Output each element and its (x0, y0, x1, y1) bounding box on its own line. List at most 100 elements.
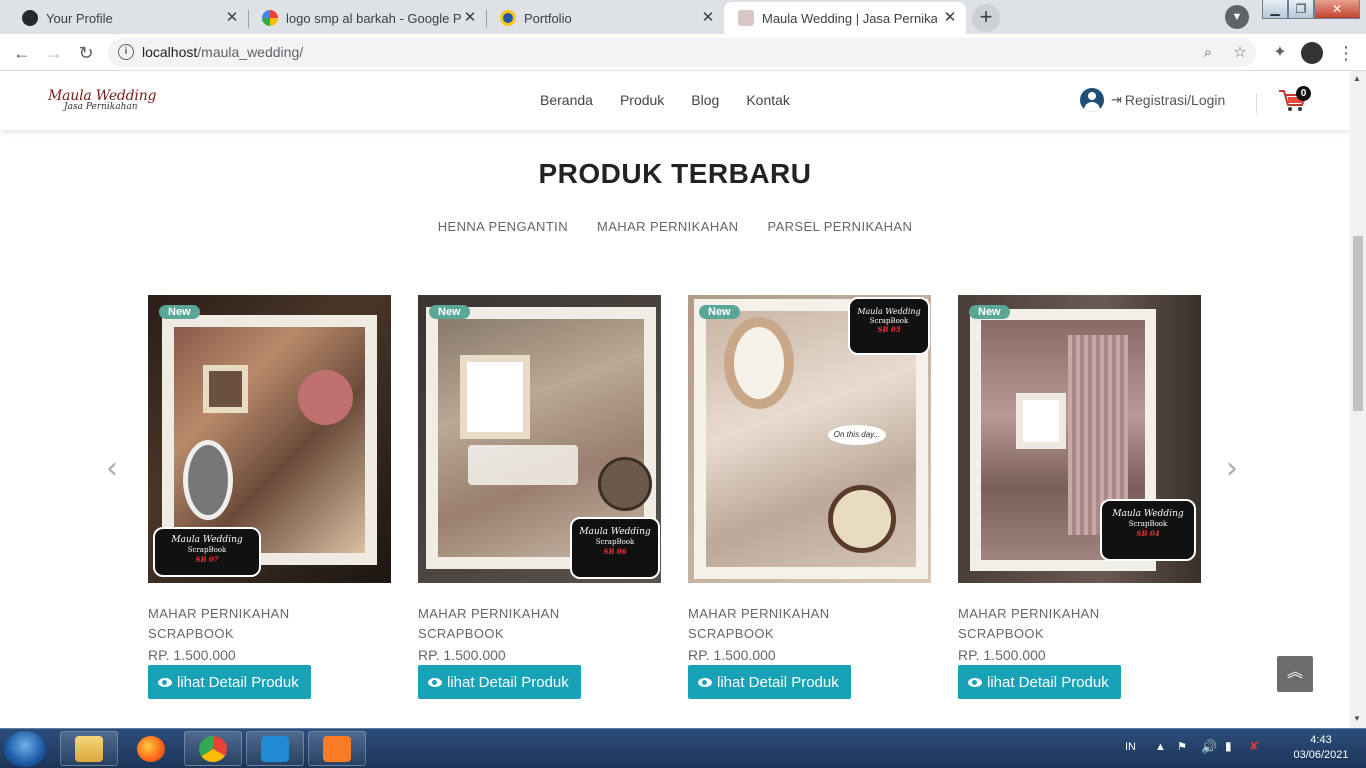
product-card[interactable]: Maula Wedding ScrapBook SB 04 New MAHAR PE… (958, 295, 1201, 699)
back-to-top-button[interactable]: ︽ (1277, 656, 1313, 692)
product-image[interactable]: Maula Wedding ScrapBook SB 06 New (418, 295, 661, 583)
chrome-icon (199, 736, 227, 762)
url-path: /maula_wedding/ (197, 44, 304, 60)
product-card[interactable]: Maula Wedding ScrapBook SB 07 New MAHAR PE… (148, 295, 391, 699)
browser-menu-icon[interactable]: ⋮ (1332, 39, 1360, 67)
address-bar[interactable]: i localhost/maula_wedding/ ⌕ ☆ (108, 38, 1256, 67)
carousel-prev-icon[interactable]: ‹ (106, 451, 118, 486)
product-category: MAHAR PERNIKAHAN (688, 606, 830, 621)
tab-portfolio[interactable]: Portfolio ✕ (486, 2, 724, 34)
nav-beranda[interactable]: Beranda (540, 92, 593, 108)
product-image[interactable]: Maula Wedding ScrapBook SB 07 New (148, 295, 391, 583)
carousel-next-icon[interactable]: › (1226, 451, 1238, 486)
product-price: RP. 1.500.000 (418, 647, 506, 663)
product-image[interactable]: Maula Wedding ScrapBook SB 04 New (958, 295, 1201, 583)
filter-henna-pengantin[interactable]: HENNA PENGANTIN (438, 219, 568, 234)
main-nav: Beranda Produk Blog Kontak (540, 92, 817, 108)
eye-icon (968, 677, 982, 687)
site-logo[interactable]: Maula Wedding Jasa Pernikahan (48, 88, 156, 112)
close-tab-icon[interactable]: ✕ (942, 10, 958, 26)
clock[interactable]: 4:43 03/06/2021 (1286, 733, 1356, 763)
product-price: RP. 1.500.000 (148, 647, 236, 663)
filter-parsel-pernikahan[interactable]: PARSEL PERNIKAHAN (767, 219, 912, 234)
view-detail-button[interactable]: lihat Detail Produk (148, 665, 311, 699)
product-tag-label: Maula Wedding ScrapBook SB 04 (1100, 499, 1196, 561)
close-tab-icon[interactable]: ✕ (224, 10, 240, 26)
user-avatar-icon (1080, 88, 1104, 112)
taskbar-chrome[interactable] (184, 731, 242, 766)
new-badge: New (429, 305, 470, 319)
tab-your-profile[interactable]: Your Profile ✕ (8, 2, 249, 34)
nav-produk[interactable]: Produk (620, 92, 664, 108)
zoom-icon[interactable]: ⌕ (1198, 43, 1218, 63)
filter-mahar-pernikahan[interactable]: MAHAR PERNIKAHAN (597, 219, 738, 234)
eye-icon (158, 677, 172, 687)
forward-icon[interactable]: → (40, 39, 68, 67)
section-title: PRODUK TERBARU (538, 158, 812, 189)
product-card[interactable]: Maula Wedding ScrapBook SB 06 New MAHAR PE… (418, 295, 661, 699)
product-card[interactable]: On this day... Maula Wedding ScrapBook SB … (688, 295, 931, 699)
new-badge: New (969, 305, 1010, 319)
network-signal-icon[interactable]: ▮ (1225, 739, 1232, 753)
site-icon (738, 10, 754, 26)
account-link[interactable]: ⇥ Registrasi/Login (1080, 88, 1225, 112)
product-tag-label: Maula Wedding ScrapBook SB 06 (570, 517, 660, 579)
tab-maula-wedding[interactable]: Maula Wedding | Jasa Pernikahan ✕ (724, 2, 966, 34)
vscode-icon (261, 736, 289, 762)
page-scrollbar[interactable]: ▲ ▼ (1350, 71, 1366, 728)
tab-title: Portfolio (524, 10, 572, 26)
power-icon[interactable]: ✘ (1249, 739, 1259, 753)
scroll-up-icon[interactable]: ▲ (1353, 74, 1361, 83)
browser-toolbar: ← → ↻ i localhost/maula_wedding/ ⌕ ☆ ✦ ⋮ (0, 34, 1366, 71)
xampp-icon (323, 736, 351, 762)
taskbar-vscode[interactable] (246, 731, 304, 766)
tab-title: logo smp al barkah - Google Pen (286, 10, 461, 26)
minimize-button[interactable]: ▁ (1262, 0, 1288, 19)
back-icon[interactable]: ← (8, 39, 36, 67)
browser-tab-bar: Your Profile ✕ logo smp al barkah - Goog… (0, 0, 1366, 34)
close-tab-icon[interactable]: ✕ (462, 10, 478, 26)
site-info-icon[interactable]: i (118, 44, 134, 60)
url-text: localhost/maula_wedding/ (142, 44, 303, 60)
site-header: Maula Wedding Jasa Pernikahan Beranda Pr… (0, 71, 1350, 130)
account-label: Registrasi/Login (1124, 92, 1226, 108)
scroll-down-icon[interactable]: ▼ (1353, 714, 1361, 723)
extensions-icon[interactable]: ✦ (1266, 39, 1294, 67)
taskbar-explorer[interactable] (60, 731, 118, 766)
view-detail-button[interactable]: lihat Detail Produk (958, 665, 1121, 699)
maximize-button[interactable]: ❐ (1288, 0, 1314, 19)
view-detail-button[interactable]: lihat Detail Produk (688, 665, 851, 699)
close-tab-icon[interactable]: ✕ (700, 10, 716, 26)
eye-icon (428, 677, 442, 687)
product-name: SCRAPBOOK (688, 626, 774, 641)
new-badge: New (159, 305, 200, 319)
view-detail-button[interactable]: lihat Detail Produk (418, 665, 581, 699)
reload-icon[interactable]: ↻ (72, 39, 100, 67)
profile-avatar-icon[interactable] (1298, 39, 1326, 67)
product-name: SCRAPBOOK (418, 626, 504, 641)
bookmark-star-icon[interactable]: ☆ (1230, 43, 1250, 63)
nav-kontak[interactable]: Kontak (746, 92, 790, 108)
page-viewport: Maula Wedding Jasa Pernikahan Beranda Pr… (0, 71, 1350, 728)
tab-title: Maula Wedding | Jasa Pernikahan (762, 10, 937, 26)
clock-date: 03/06/2021 (1293, 749, 1349, 761)
clock-time: 4:43 (1310, 734, 1332, 746)
taskbar-xampp[interactable] (308, 731, 366, 766)
product-category: MAHAR PERNIKAHAN (418, 606, 560, 621)
action-center-icon[interactable]: ⚑ (1177, 740, 1187, 753)
nav-blog[interactable]: Blog (691, 92, 719, 108)
language-indicator[interactable]: IN (1125, 741, 1136, 753)
show-hidden-icons[interactable]: ▲ (1155, 741, 1166, 753)
new-tab-button[interactable]: + (972, 4, 1000, 32)
on-this-day-label: On this day... (828, 425, 886, 445)
volume-icon[interactable]: 🔊 (1201, 739, 1217, 755)
close-window-button[interactable]: ✕ (1314, 0, 1360, 19)
tab-search-icon[interactable]: ▼ (1225, 5, 1249, 29)
tab-google-search[interactable]: logo smp al barkah - Google Pen ✕ (248, 2, 487, 34)
taskbar-firefox[interactable] (122, 731, 180, 766)
new-badge: New (699, 305, 740, 319)
scrollbar-thumb[interactable] (1353, 236, 1363, 411)
product-image[interactable]: On this day... Maula Wedding ScrapBook SB … (688, 295, 931, 583)
start-button[interactable] (4, 731, 46, 767)
eye-icon (698, 677, 712, 687)
